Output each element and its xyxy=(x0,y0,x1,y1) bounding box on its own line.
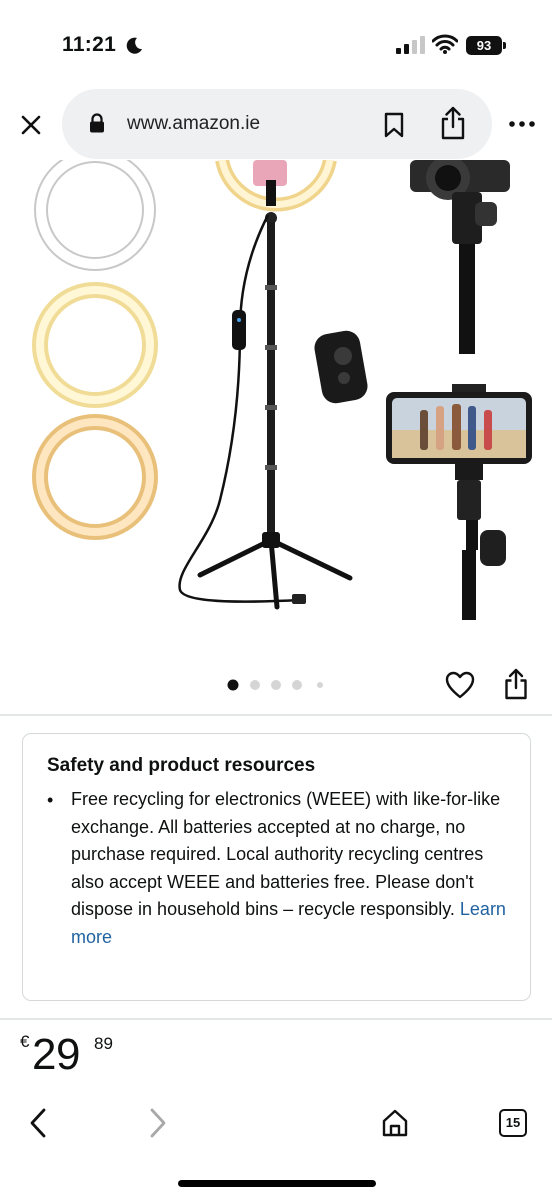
lock-icon xyxy=(90,113,104,133)
bluetooth-remote xyxy=(314,330,368,404)
status-time: 11:21 xyxy=(62,33,117,56)
bookmark-icon[interactable] xyxy=(383,112,405,138)
share-icon[interactable] xyxy=(503,668,529,700)
carousel-dots[interactable] xyxy=(226,678,336,692)
neutral-light-ring xyxy=(32,282,158,408)
wifi-icon xyxy=(432,34,458,54)
url-text[interactable]: www.amazon.ie xyxy=(127,113,260,135)
status-bar: 11:21 93 xyxy=(0,0,552,90)
safety-text: Free recycling for electronics (WEEE) wi… xyxy=(71,786,516,951)
signal-icon xyxy=(396,36,425,54)
share-icon[interactable] xyxy=(439,106,467,140)
camera-mount xyxy=(410,160,510,354)
section-divider xyxy=(0,1018,552,1020)
battery-tip xyxy=(503,42,506,49)
more-icon[interactable] xyxy=(506,114,538,134)
carousel-dot-4 xyxy=(292,680,302,690)
carousel-dot-2 xyxy=(250,680,260,690)
battery-level: 93 xyxy=(466,36,502,55)
price-currency: € xyxy=(20,1032,30,1051)
carousel-dot-1 xyxy=(227,679,239,691)
chevron-left-icon[interactable] xyxy=(26,1106,50,1140)
product-image[interactable] xyxy=(0,160,552,660)
tabs-icon[interactable]: 15 xyxy=(499,1109,527,1137)
safety-resources-card: Safety and product resources • Free recy… xyxy=(22,733,531,1001)
price-fraction: 89 xyxy=(94,1034,113,1053)
heart-icon[interactable] xyxy=(445,671,475,699)
bullet-point: • xyxy=(47,790,54,810)
safety-title: Safety and product resources xyxy=(47,755,316,776)
warm-light-ring xyxy=(32,414,158,540)
carousel-dot-5 xyxy=(317,682,323,688)
phone-holder xyxy=(386,384,532,620)
safety-body: Free recycling for electronics (WEEE) wi… xyxy=(71,789,501,919)
section-divider xyxy=(0,714,552,716)
carousel-dot-3 xyxy=(271,680,281,690)
white-light-ring xyxy=(34,160,156,271)
moon-icon xyxy=(126,37,142,54)
home-icon[interactable] xyxy=(380,1108,410,1138)
close-icon[interactable] xyxy=(16,110,46,140)
chevron-right-icon[interactable] xyxy=(146,1106,170,1140)
price-whole: 29 xyxy=(32,1030,80,1079)
home-indicator xyxy=(178,1180,376,1187)
